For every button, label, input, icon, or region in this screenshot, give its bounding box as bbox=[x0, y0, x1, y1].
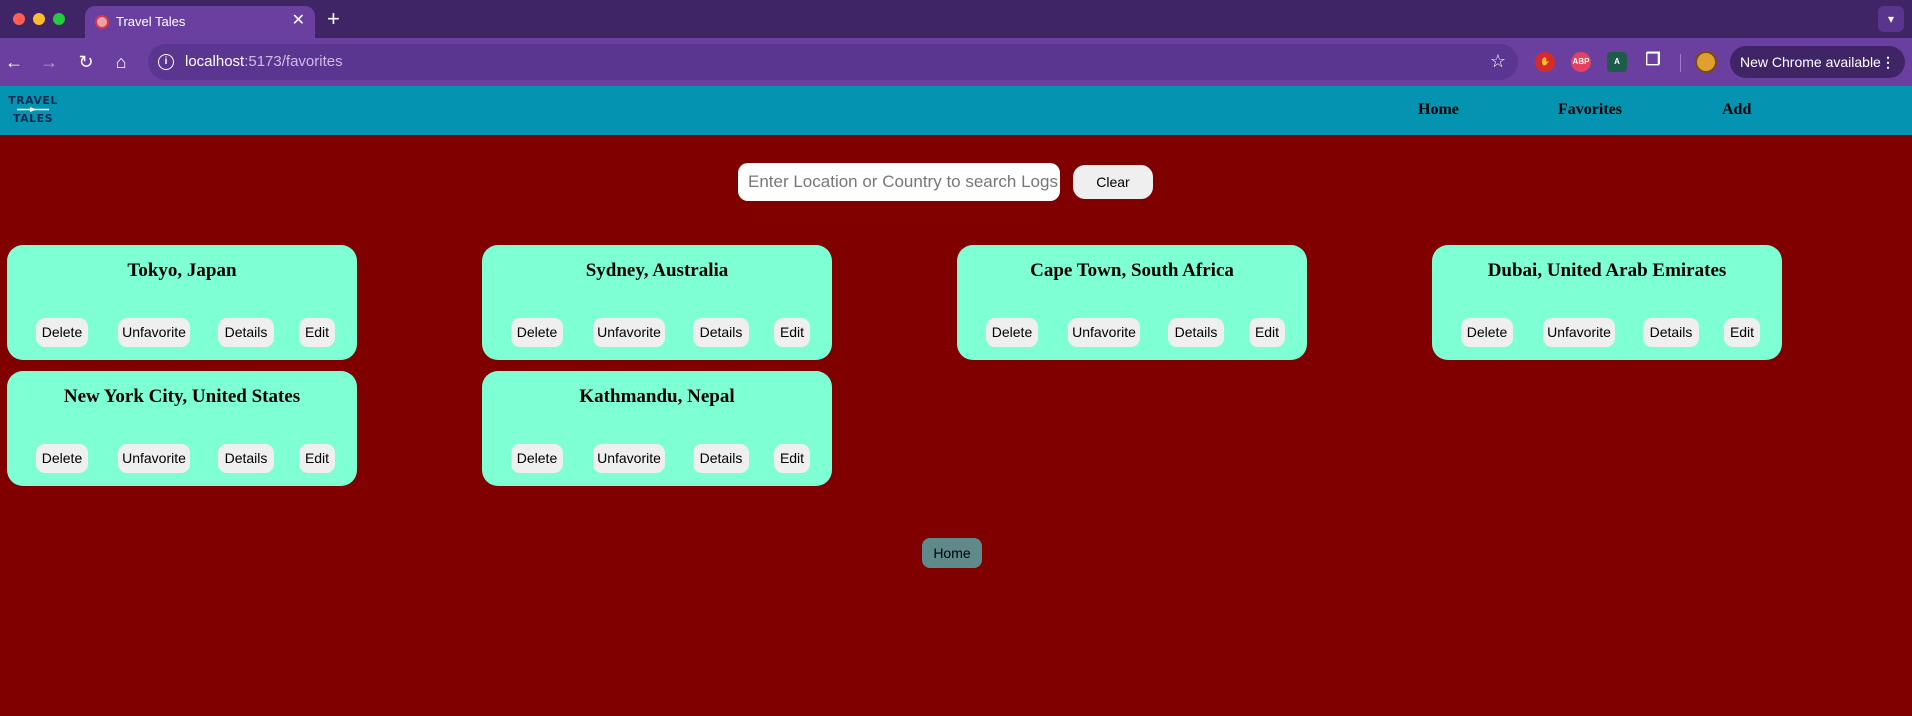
toolbar-divider bbox=[1680, 54, 1681, 72]
unfavorite-button[interactable]: Unfavorite bbox=[118, 444, 190, 473]
favorite-card: Tokyo, Japan Delete Unfavorite Details E… bbox=[7, 245, 357, 360]
tab-title: Travel Tales bbox=[116, 14, 186, 29]
chrome-menu-icon[interactable]: ⋮ bbox=[1881, 46, 1895, 78]
card-title: Kathmandu, Nepal bbox=[579, 386, 735, 407]
card-title: Sydney, Australia bbox=[585, 260, 729, 281]
delete-button[interactable]: Delete bbox=[36, 318, 88, 347]
app-navbar: TRAVEL TALES Home Favorites Add bbox=[0, 86, 1912, 135]
reload-icon[interactable]: ↻ bbox=[74, 50, 98, 74]
details-button[interactable]: Details bbox=[693, 444, 749, 473]
browser-tab-strip: Travel Tales ✕ + ▾ bbox=[0, 0, 1912, 38]
logo-text-line2: TALES bbox=[12, 112, 54, 125]
edit-button[interactable]: Edit bbox=[774, 318, 810, 347]
travel-tales-logo[interactable]: TRAVEL TALES bbox=[5, 94, 61, 128]
window-minimize-control[interactable] bbox=[33, 13, 45, 25]
favorite-card: New York City, United States Delete Unfa… bbox=[7, 371, 357, 486]
url-text: localhost:5173/favorites bbox=[185, 53, 343, 70]
favorite-card: Cape Town, South Africa Delete Unfavorit… bbox=[957, 245, 1307, 360]
card-title: Tokyo, Japan bbox=[127, 260, 237, 281]
adblock-extension-icon[interactable]: ABP bbox=[1571, 52, 1591, 72]
forward-arrow-icon[interactable]: → bbox=[37, 50, 61, 74]
delete-button[interactable]: Delete bbox=[511, 318, 563, 347]
edit-button[interactable]: Edit bbox=[1724, 318, 1760, 347]
update-label: New Chrome available bbox=[1740, 54, 1881, 70]
card-title: Dubai, United Arab Emirates bbox=[1487, 260, 1727, 281]
address-bar[interactable]: i localhost:5173/favorites ☆ bbox=[148, 44, 1518, 80]
card-title: Cape Town, South Africa bbox=[1030, 260, 1234, 281]
browser-tab[interactable]: Travel Tales ✕ bbox=[85, 6, 315, 38]
a-extension-icon[interactable]: A bbox=[1607, 52, 1627, 72]
bookmark-star-icon[interactable]: ☆ bbox=[1490, 51, 1506, 72]
home-button[interactable]: Home bbox=[922, 538, 982, 568]
details-button[interactable]: Details bbox=[1643, 318, 1699, 347]
nav-link-add[interactable]: Add bbox=[1722, 101, 1751, 119]
delete-button[interactable]: Delete bbox=[511, 444, 563, 473]
new-tab-icon[interactable]: + bbox=[327, 6, 340, 32]
unfavorite-button[interactable]: Unfavorite bbox=[593, 444, 665, 473]
tab-search-icon[interactable]: ▾ bbox=[1878, 6, 1904, 32]
unfavorite-button[interactable]: Unfavorite bbox=[593, 318, 665, 347]
details-button[interactable]: Details bbox=[1168, 318, 1224, 347]
unfavorite-button[interactable]: Unfavorite bbox=[1068, 318, 1140, 347]
favorite-card: Sydney, Australia Delete Unfavorite Deta… bbox=[482, 245, 832, 360]
clear-button[interactable]: Clear bbox=[1073, 165, 1153, 199]
back-arrow-icon[interactable]: ← bbox=[2, 50, 26, 74]
edit-button[interactable]: Edit bbox=[774, 444, 810, 473]
delete-button[interactable]: Delete bbox=[1461, 318, 1513, 347]
details-button[interactable]: Details bbox=[218, 318, 274, 347]
new-chrome-available-button[interactable]: New Chrome available ⋮ bbox=[1730, 46, 1905, 78]
url-host: localhost bbox=[185, 53, 245, 70]
details-button[interactable]: Details bbox=[218, 444, 274, 473]
card-title: New York City, United States bbox=[63, 386, 301, 407]
delete-button[interactable]: Delete bbox=[36, 444, 88, 473]
search-input[interactable] bbox=[738, 163, 1060, 201]
edit-button[interactable]: Edit bbox=[299, 444, 335, 473]
extensions-puzzle-icon[interactable]: ❐ bbox=[1643, 50, 1663, 70]
favorite-card: Kathmandu, Nepal Delete Unfavorite Detai… bbox=[482, 371, 832, 486]
edit-button[interactable]: Edit bbox=[1249, 318, 1285, 347]
unfavorite-button[interactable]: Unfavorite bbox=[1543, 318, 1615, 347]
favicon-icon bbox=[95, 15, 109, 29]
url-path: :5173/favorites bbox=[244, 53, 343, 70]
site-info-icon[interactable]: i bbox=[158, 54, 174, 70]
edit-button[interactable]: Edit bbox=[299, 318, 335, 347]
favorite-card: Dubai, United Arab Emirates Delete Unfav… bbox=[1432, 245, 1782, 360]
browser-toolbar: ← → ↻ ⌂ i localhost:5173/favorites ☆ ✋ A… bbox=[0, 38, 1912, 86]
profile-avatar[interactable] bbox=[1695, 51, 1717, 73]
details-button[interactable]: Details bbox=[693, 318, 749, 347]
nav-link-home[interactable]: Home bbox=[1418, 101, 1459, 119]
logo-text-line1: TRAVEL bbox=[8, 94, 58, 107]
delete-button[interactable]: Delete bbox=[986, 318, 1038, 347]
window-close-control[interactable] bbox=[13, 13, 25, 25]
unfavorite-button[interactable]: Unfavorite bbox=[118, 318, 190, 347]
nav-link-favorites[interactable]: Favorites bbox=[1558, 101, 1622, 119]
window-zoom-control[interactable] bbox=[53, 13, 65, 25]
stop-hand-extension-icon[interactable]: ✋ bbox=[1535, 52, 1555, 72]
browser-home-icon[interactable]: ⌂ bbox=[109, 50, 133, 74]
tab-close-icon[interactable]: ✕ bbox=[292, 12, 305, 30]
